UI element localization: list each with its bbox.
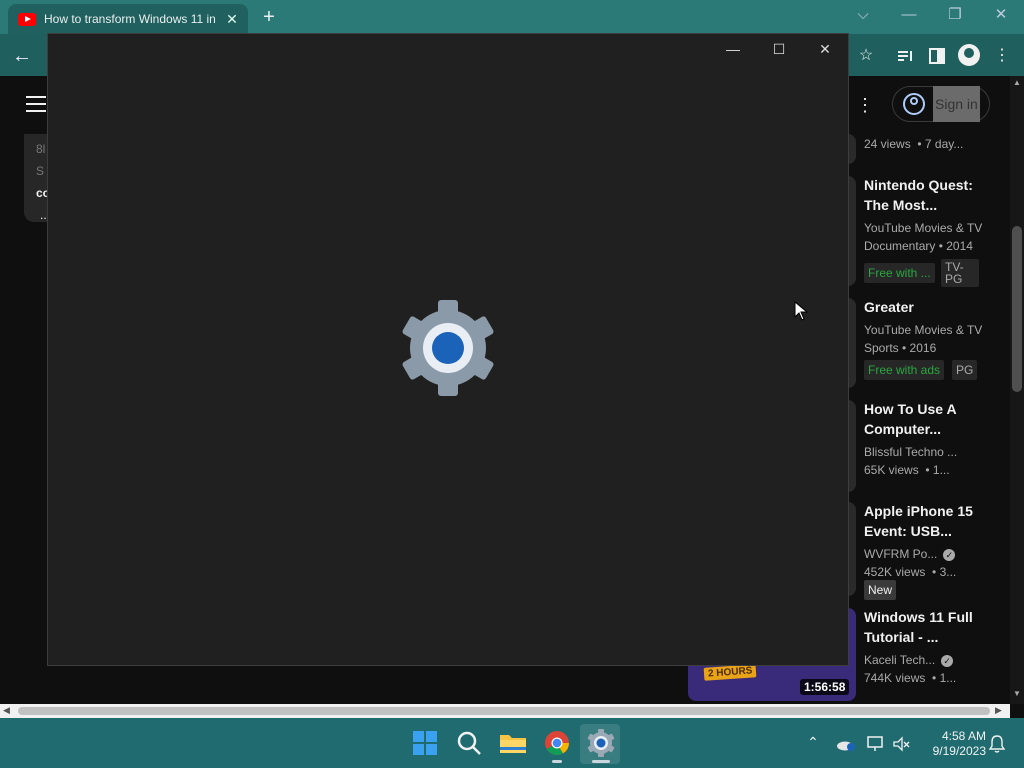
free-badge: Free with ads (864, 360, 945, 380)
browser-minimize-button[interactable]: — (886, 0, 932, 30)
tab-close-button[interactable]: ✕ (224, 11, 240, 28)
video-title[interactable]: Nintendo Quest: The Most... (864, 175, 984, 215)
settings-close-button[interactable]: ✕ (810, 38, 840, 60)
tab-title: How to transform Windows 11 in (44, 12, 216, 26)
video-meta: 65K views • 1... (864, 463, 950, 477)
notification-bell-icon[interactable] (988, 734, 1006, 754)
video-meta: 452K views • 3... (864, 565, 957, 579)
windows-start-icon[interactable] (409, 727, 441, 759)
video-channel: Blissful Techno ... (864, 445, 958, 459)
video-channel: YouTube Movies & TV (864, 221, 983, 235)
youtube-favicon-icon (18, 12, 36, 26)
media-queue-icon[interactable] (893, 44, 917, 68)
settings-maximize-button[interactable]: ☐ (764, 38, 794, 60)
tab-search-chevron-icon[interactable]: ⌵ (840, 0, 886, 30)
scroll-right-arrow-icon[interactable]: ▶ (995, 705, 1002, 716)
new-tab-button[interactable]: + (258, 6, 280, 28)
video-meta: 24 views • 7 day... (864, 137, 964, 151)
thumbnail-label: 2 HOURS (703, 664, 757, 681)
system-clock[interactable]: 4:58 AM 9/19/2023 (920, 729, 986, 759)
sign-in-label: Sign in (933, 86, 980, 122)
more-menu-icon[interactable]: ⋮ (990, 44, 1014, 68)
network-icon[interactable] (866, 735, 886, 753)
video-meta: 744K views • 1... (864, 671, 957, 685)
video-title[interactable]: Windows 11 Full Tutorial - ... (864, 607, 984, 647)
profile-avatar-icon[interactable] (958, 44, 980, 66)
video-channel: Kaceli Tech... ✓ (864, 651, 994, 669)
video-title[interactable]: Greater (864, 297, 984, 317)
running-indicator (592, 760, 610, 763)
settings-gear-icon (398, 300, 498, 396)
settings-icon[interactable] (585, 727, 617, 759)
rating-badge: PG (952, 360, 978, 380)
account-icon (903, 93, 925, 115)
video-title[interactable]: How To Use A Computer... (864, 399, 984, 439)
video-meta: Sports • 2016 (864, 341, 937, 355)
scroll-up-arrow-icon[interactable]: ▲ (1012, 78, 1022, 88)
sign-in-button[interactable]: Sign in (892, 86, 990, 122)
video-channel: WVFRM Po... ✓ (864, 545, 994, 563)
back-arrow-icon[interactable]: ← (10, 44, 34, 68)
clock-time: 4:58 AM (941, 729, 986, 743)
verified-check-icon: ✓ (941, 654, 954, 667)
onedrive-status-icon[interactable] (836, 736, 856, 752)
free-badge: Free with ... (864, 263, 935, 283)
running-indicator (552, 760, 562, 763)
show-hidden-icons-chevron-icon[interactable]: ⌃ (804, 734, 822, 752)
horizontal-scroll-thumb[interactable] (18, 707, 990, 715)
hamburger-menu-icon[interactable] (26, 96, 46, 112)
browser-restore-button[interactable]: ❐ (932, 0, 978, 30)
browser-close-button[interactable]: ✕ (978, 0, 1024, 30)
file-explorer-icon[interactable] (497, 727, 529, 759)
search-icon[interactable] (453, 727, 485, 759)
new-badge: New (864, 580, 897, 600)
bookmark-star-icon[interactable]: ☆ (854, 44, 878, 68)
side-panel-icon[interactable] (925, 44, 949, 68)
video-meta: Documentary • 2014 (864, 239, 973, 253)
video-duration: 1:56:58 (800, 679, 850, 695)
vertical-scroll-thumb[interactable] (1012, 226, 1022, 392)
settings-kebab-icon[interactable]: ⋮ (856, 94, 874, 116)
rating-badge: TV-PG (941, 259, 979, 287)
mouse-cursor-icon (794, 300, 809, 321)
scroll-left-arrow-icon[interactable]: ◀ (3, 705, 10, 716)
volume-muted-icon[interactable] (892, 735, 912, 753)
video-title[interactable]: Apple iPhone 15 Event: USB... (864, 501, 984, 541)
scroll-down-arrow-icon[interactable]: ▼ (1012, 689, 1022, 699)
browser-tab[interactable]: How to transform Windows 11 in ✕ (8, 4, 248, 34)
clock-date: 9/19/2023 (932, 744, 986, 758)
verified-check-icon: ✓ (943, 548, 956, 561)
settings-minimize-button[interactable]: — (718, 38, 748, 60)
chrome-icon[interactable] (541, 727, 573, 759)
video-channel: YouTube Movies & TV (864, 323, 983, 337)
